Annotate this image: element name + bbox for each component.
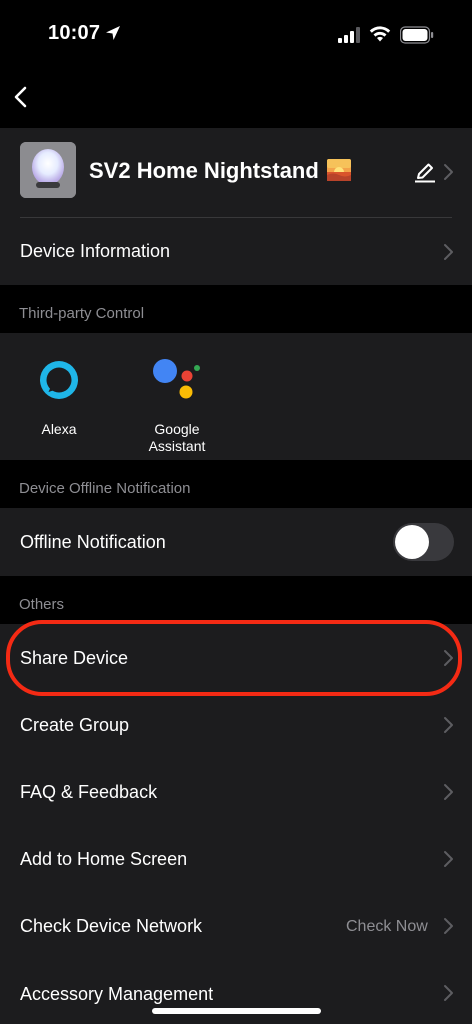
offline-notification-toggle[interactable]	[393, 523, 454, 561]
faq-feedback-label: FAQ & Feedback	[20, 782, 158, 802]
create-group-row[interactable]: Create Group	[0, 691, 472, 758]
chevron-right-icon	[444, 244, 453, 260]
chevron-right-icon	[444, 851, 453, 867]
battery-icon	[400, 26, 434, 44]
device-information-row[interactable]: Device Information	[0, 218, 472, 285]
google-assistant-label: Google Assistant	[148, 421, 206, 454]
create-group-label: Create Group	[20, 715, 130, 735]
sunset-emoji-icon	[326, 159, 351, 181]
status-time: 10:07	[48, 22, 101, 44]
nightstand-lamp-icon	[20, 142, 76, 198]
chevron-right-icon	[444, 164, 453, 180]
settings-screen: 10:07 SV2 Home Nightstand Device Informa…	[0, 0, 472, 1024]
accessory-management-row[interactable]: Accessory Management	[0, 959, 472, 1024]
cellular-signal-icon	[338, 27, 360, 43]
device-header[interactable]: SV2 Home Nightstand	[0, 128, 472, 218]
third-party-section-title: Third-party Control	[19, 305, 145, 322]
pencil-icon[interactable]	[414, 161, 436, 183]
check-device-network-row[interactable]: Check Device Network Check Now	[0, 892, 472, 959]
chevron-right-icon	[444, 650, 453, 666]
status-bar: 10:07	[0, 0, 472, 70]
alexa-icon	[40, 361, 78, 399]
alexa-label: Alexa	[41, 421, 77, 437]
share-device-row[interactable]: Share Device	[0, 624, 472, 691]
device-information-label: Device Information	[20, 241, 171, 261]
share-device-label: Share Device	[20, 648, 129, 668]
wifi-icon	[369, 26, 391, 42]
chevron-right-icon	[444, 717, 453, 733]
alexa-button[interactable]: Alexa	[4, 333, 114, 460]
chevron-right-icon	[444, 784, 453, 800]
back-button[interactable]	[8, 82, 36, 112]
google-assistant-icon	[153, 359, 200, 399]
home-indicator	[152, 1008, 321, 1014]
device-name-text: SV2 Home Nightstand	[89, 158, 319, 183]
offline-notification-row: Offline Notification	[0, 508, 472, 576]
check-device-network-label: Check Device Network	[20, 916, 203, 936]
third-party-panel: Alexa Google Assistant	[0, 333, 472, 460]
google-assistant-button[interactable]: Google Assistant	[122, 333, 232, 460]
location-arrow-icon	[106, 26, 120, 40]
device-name: SV2 Home Nightstand	[89, 158, 351, 184]
accessory-management-label: Accessory Management	[20, 984, 214, 1004]
toggle-knob	[395, 525, 429, 559]
offline-section-title: Device Offline Notification	[19, 480, 191, 497]
chevron-right-icon	[444, 918, 453, 934]
add-to-home-screen-label: Add to Home Screen	[20, 849, 188, 869]
device-thumbnail	[20, 142, 76, 198]
chevron-right-icon	[444, 985, 453, 1001]
faq-feedback-row[interactable]: FAQ & Feedback	[0, 758, 472, 825]
add-to-home-screen-row[interactable]: Add to Home Screen	[0, 825, 472, 892]
offline-notification-label: Offline Notification	[20, 532, 166, 552]
check-now-value: Check Now	[346, 918, 428, 935]
others-section-title: Others	[19, 596, 65, 613]
